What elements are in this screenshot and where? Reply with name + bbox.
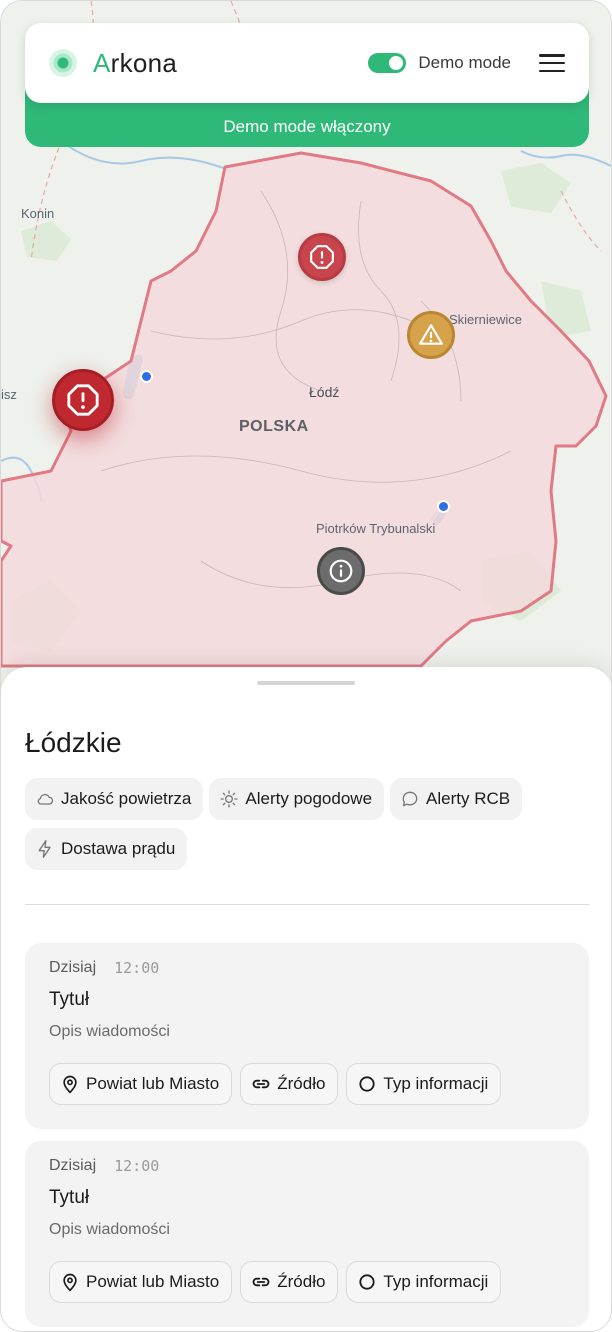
- message-tags: Powiat lub Miasto Źródło Typ informacji: [49, 1261, 565, 1303]
- hamburger-menu-icon[interactable]: [539, 54, 565, 72]
- location-pin-icon: [60, 1074, 80, 1094]
- link-icon: [251, 1074, 271, 1094]
- tag-info-type[interactable]: Typ informacji: [346, 1261, 502, 1303]
- map-label-isz: isz: [1, 387, 17, 402]
- logo-icon: [49, 49, 77, 77]
- filter-chip-power-supply[interactable]: Dostawa prądu: [25, 828, 188, 870]
- brand-first-letter: A: [93, 47, 111, 78]
- map-label-konin: Konin: [21, 206, 55, 221]
- circle-icon: [357, 1074, 377, 1094]
- tag-info-type[interactable]: Typ informacji: [346, 1063, 502, 1105]
- filter-chip-label: Jakość powietrza: [61, 789, 192, 808]
- circle-icon: [357, 1272, 377, 1292]
- message-card[interactable]: Dzisiaj 12:00 Tytuł Opis wiadomości Powi…: [25, 1141, 589, 1327]
- message-time: 12:00: [114, 1157, 160, 1175]
- tag-label: Typ informacji: [383, 1272, 489, 1291]
- bottom-sheet: Łódzkie Jakość powietrza Alerty pogodowe…: [1, 667, 611, 1331]
- info-circle-icon: [329, 559, 353, 583]
- alert-octagon-icon: [67, 384, 99, 416]
- alert-marker-selected[interactable]: [52, 369, 114, 431]
- app-logo[interactable]: Arkona: [93, 48, 177, 79]
- cloud-icon: [35, 789, 55, 809]
- map-label-lodz: Łódź: [309, 384, 340, 400]
- filter-chip-weather-alerts[interactable]: Alerty pogodowe: [209, 778, 385, 820]
- message-description: Opis wiadomości: [49, 1023, 170, 1040]
- tag-label: Źródło: [277, 1272, 326, 1291]
- message-description: Opis wiadomości: [49, 1221, 170, 1238]
- region-title: Łódzkie: [25, 727, 122, 758]
- tag-label: Źródło: [277, 1074, 326, 1093]
- tag-label: Typ informacji: [383, 1074, 489, 1093]
- warning-marker[interactable]: [407, 311, 455, 359]
- filter-chip-rcb-alerts[interactable]: Alerty RCB: [390, 778, 523, 820]
- message-day: Dzisiaj: [49, 959, 97, 976]
- message-tags: Powiat lub Miasto Źródło Typ informacji: [49, 1063, 565, 1105]
- header-card: Arkona Demo mode: [25, 23, 589, 103]
- demo-mode-label: Demo mode: [418, 53, 511, 72]
- filter-chip-label: Dostawa prądu: [61, 839, 176, 858]
- top-bar: Demo mode włączony Arkona Demo mode: [25, 23, 589, 147]
- warning-triangle-icon: [419, 324, 443, 345]
- location-dot[interactable]: [140, 370, 153, 383]
- message-card[interactable]: Dzisiaj 12:00 Tytuł Opis wiadomości Powi…: [25, 943, 589, 1129]
- link-icon: [251, 1272, 271, 1292]
- tag-label: Powiat lub Miasto: [86, 1074, 220, 1093]
- filter-chip-label: Alerty RCB: [426, 789, 511, 808]
- lightning-icon: [35, 839, 55, 859]
- tag-source[interactable]: Źródło: [240, 1063, 339, 1105]
- sun-icon: [219, 789, 239, 809]
- filter-chip-air-quality[interactable]: Jakość powietrza: [25, 778, 204, 820]
- alert-octagon-icon: [310, 245, 334, 269]
- chat-icon: [400, 789, 420, 809]
- info-marker[interactable]: [317, 547, 365, 595]
- message-time: 12:00: [114, 959, 160, 977]
- message-day: Dzisiaj: [49, 1157, 97, 1174]
- location-dot[interactable]: [437, 500, 450, 513]
- map-label-piotrkow: Piotrków Trybunalski: [316, 521, 436, 536]
- tag-label: Powiat lub Miasto: [86, 1272, 220, 1291]
- message-meta: Dzisiaj 12:00: [49, 1157, 565, 1175]
- section-divider: [25, 904, 589, 905]
- tag-location[interactable]: Powiat lub Miasto: [49, 1261, 233, 1303]
- alert-marker[interactable]: [298, 233, 346, 281]
- message-title: Tytuł: [49, 989, 90, 1010]
- sheet-drag-handle[interactable]: [257, 681, 355, 685]
- app-frame: Konin isz Skierniewice Łódź POLSKA Piotr…: [0, 0, 612, 1332]
- demo-mode-toggle[interactable]: [368, 53, 407, 73]
- brand-rest: rkona: [110, 47, 178, 78]
- tag-location[interactable]: Powiat lub Miasto: [49, 1063, 233, 1105]
- tag-source[interactable]: Źródło: [240, 1261, 339, 1303]
- map-label-skierniewice: Skierniewice: [449, 312, 522, 327]
- message-meta: Dzisiaj 12:00: [49, 959, 565, 977]
- message-title: Tytuł: [49, 1187, 90, 1208]
- location-pin-icon: [60, 1272, 80, 1292]
- filter-chips: Jakość powietrza Alerty pogodowe Alerty …: [25, 778, 589, 870]
- map-label-polska: POLSKA: [239, 418, 309, 435]
- filter-chip-label: Alerty pogodowe: [245, 789, 373, 808]
